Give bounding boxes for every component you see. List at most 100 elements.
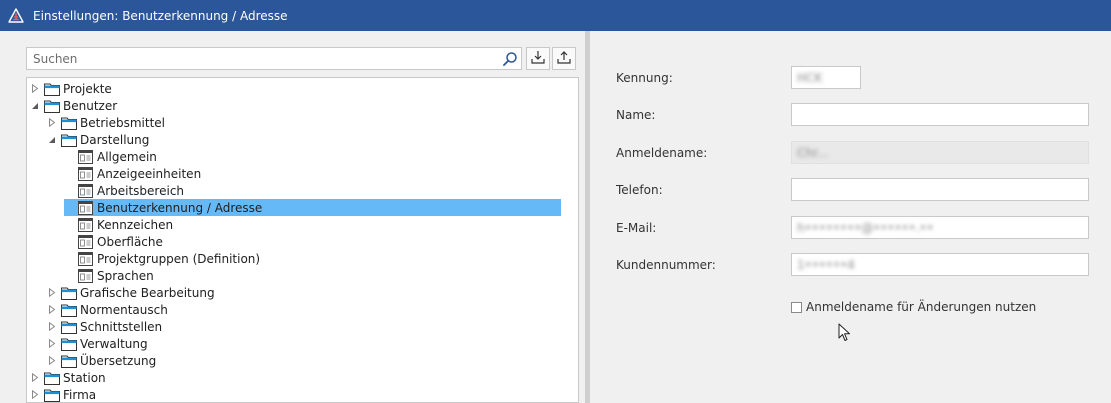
telefon-field[interactable] [791,178,1089,201]
tree-item[interactable]: Kennzeichen [64,216,174,233]
folder-icon [44,388,60,402]
collapse-arrow-icon[interactable] [30,97,40,114]
tree-item-label: Benutzer [63,98,118,113]
folder-icon [61,320,77,334]
mouse-cursor-icon [838,323,852,346]
tree-item-label: Projekte [63,81,112,96]
folder-icon [44,371,60,385]
search-icon[interactable] [499,48,521,69]
folder-icon [61,303,77,317]
tree-item-label: Station [63,370,106,385]
expand-arrow-icon[interactable] [47,114,57,131]
tree-item[interactable]: Station [30,369,107,386]
expand-arrow-icon[interactable] [47,301,57,318]
tree-item[interactable]: Übersetzung [47,352,157,369]
warning-triangle-icon [7,7,25,25]
folder-icon [61,133,77,147]
tree-item[interactable]: Oberfläche [64,233,164,250]
settings-page-icon [78,234,94,249]
folder-icon [61,116,77,130]
email-field[interactable]: h••••••••@••••••.•• [791,216,1089,239]
expand-arrow-icon[interactable] [30,80,40,97]
tree-item-label: Verwaltung [80,336,148,351]
kennung-value: HCK [797,70,823,85]
anmeldename-field: Chr... [791,141,1089,164]
search-input[interactable] [27,48,499,69]
collapse-arrow-icon[interactable] [47,131,57,148]
tree-item[interactable]: Allgemein [64,148,158,165]
tree-item[interactable]: Darstellung [47,131,150,148]
tree-item-label: Betriebsmittel [80,115,165,130]
kundennummer-value: 1••••••4 [797,257,855,272]
tree-item[interactable]: Betriebsmittel [47,114,166,131]
download-tray-icon [531,50,545,67]
settings-tree[interactable]: Projekte Benutzer Betriebsmittel Darstellun… [26,77,579,403]
use-login-name-checkbox[interactable] [791,301,802,313]
expand-arrow-icon[interactable] [47,284,57,301]
anmeldename-value: Chr... [797,145,829,160]
tree-item-label: Allgemein [97,149,157,164]
tree-item[interactable]: Benutzer [30,97,118,114]
tree-item-label: Oberfläche [97,234,163,249]
tree-item-label: Projektgruppen (Definition) [97,251,261,266]
expand-arrow-icon[interactable] [30,386,40,402]
kennung-field[interactable]: HCK [791,66,861,89]
settings-page-icon [78,268,94,283]
tree-item[interactable]: Arbeitsbereich [64,182,185,199]
expand-arrow-icon[interactable] [47,352,57,369]
folder-icon [61,354,77,368]
tree-item-label: Grafische Bearbeitung [80,285,215,300]
settings-form: Kennung: HCK Name: Anmeldename: Chr... T… [590,31,1111,403]
tree-item-label: Normentausch [80,302,168,317]
tree-item[interactable]: Anzeigeeinheiten [64,165,202,182]
email-label: E-Mail: [616,221,657,235]
settings-page-icon [78,200,94,215]
settings-page-icon [78,217,94,232]
tree-item-label: Anzeigeeinheiten [97,166,202,181]
search-box[interactable] [26,47,522,70]
use-login-name-option[interactable]: Anmeldename für Änderungen nutzen [791,300,1036,314]
use-login-name-label: Anmeldename für Änderungen nutzen [806,300,1037,314]
tree-item[interactable]: Firma [30,386,97,402]
settings-page-icon [78,251,94,266]
tree-item-label: Sprachen [97,268,154,283]
tree-item-label: Kennzeichen [97,217,174,232]
tree-item[interactable]: Schnittstellen [47,318,163,335]
kennung-label: Kennung: [616,71,673,85]
title-bar: Einstellungen: Benutzerkennung / Adresse [0,0,1111,31]
folder-icon [44,82,60,96]
tree-item[interactable]: Benutzerkennung / Adresse [64,199,561,216]
window-title: Einstellungen: Benutzerkennung / Adresse [33,8,288,23]
expand-arrow-icon[interactable] [47,335,57,352]
tree-item-label: Arbeitsbereich [97,183,185,198]
tree-item[interactable]: Projekte [30,80,113,97]
tree-item-label: Benutzerkennung / Adresse [97,200,263,215]
expand-arrow-icon[interactable] [47,318,57,335]
tree-item[interactable]: Sprachen [64,267,155,284]
tree-item[interactable]: Projektgruppen (Definition) [64,250,261,267]
tree-item-label: Darstellung [80,132,150,147]
name-field[interactable] [791,103,1089,126]
kundennummer-field[interactable]: 1••••••4 [791,253,1089,276]
name-label: Name: [616,108,656,122]
settings-page-icon [78,149,94,164]
tree-item[interactable]: Grafische Bearbeitung [47,284,216,301]
tree-item-label: Schnittstellen [80,319,163,334]
upload-tray-icon [557,50,571,67]
tree-item[interactable]: Normentausch [47,301,169,318]
import-button[interactable] [526,47,550,70]
telefon-label: Telefon: [616,183,663,197]
navigation-pane: Projekte Benutzer Betriebsmittel Darstellun… [0,31,585,403]
settings-page-icon [78,166,94,181]
tree-item[interactable]: Verwaltung [47,335,149,352]
export-button[interactable] [552,47,576,70]
email-value: h••••••••@••••••.•• [797,220,934,235]
expand-arrow-icon[interactable] [30,369,40,386]
tree-item-label: Firma [63,387,97,402]
